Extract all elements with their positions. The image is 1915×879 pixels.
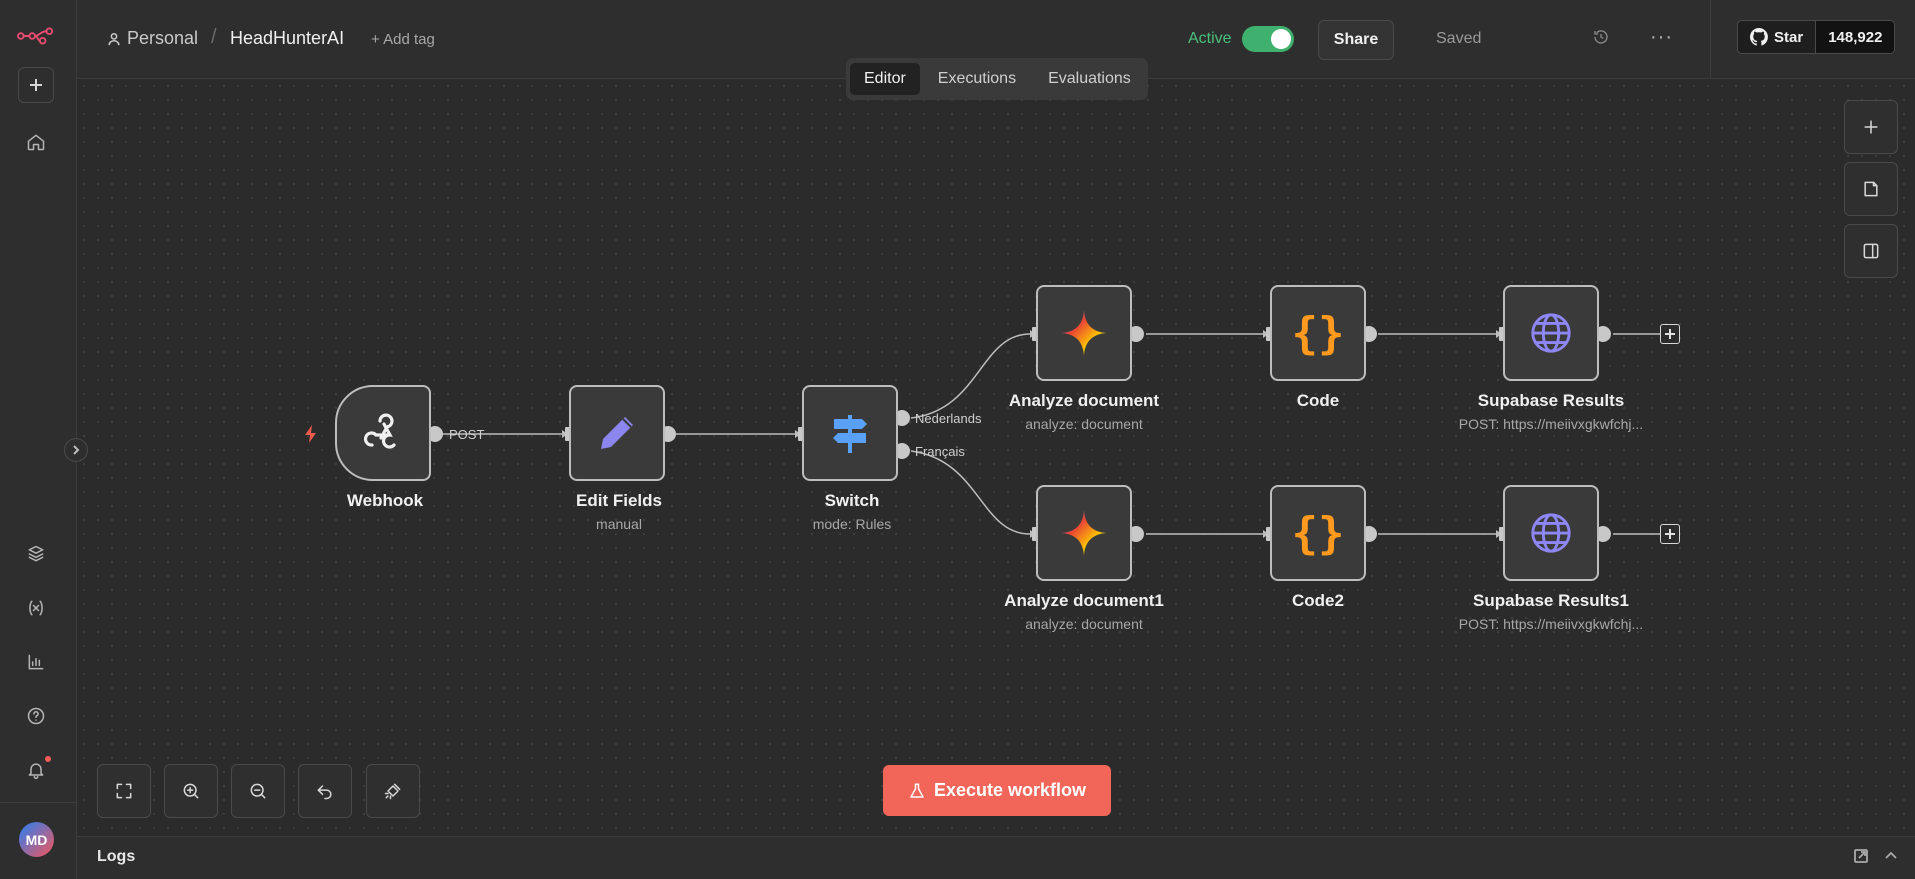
logs-controls (1853, 848, 1899, 864)
plus-icon (1665, 329, 1675, 339)
node-supabase-results[interactable] (1503, 285, 1599, 381)
tab-evaluations[interactable]: Evaluations (1034, 63, 1145, 95)
toggle-panel-button[interactable] (1844, 224, 1898, 278)
logs-panel-bar[interactable]: Logs (77, 836, 1915, 879)
undo-button[interactable] (298, 764, 352, 818)
node-title-supabase-results1: Supabase Results1 (1473, 591, 1629, 610)
chevron-up-icon[interactable] (1883, 848, 1899, 864)
execute-workflow-label: Execute workflow (933, 780, 1087, 800)
code-braces-icon: {} (1291, 307, 1345, 359)
node-switch[interactable] (802, 385, 898, 481)
node-sub-edit-fields: manual (596, 516, 642, 532)
gemini-sparkle-icon (1061, 310, 1107, 356)
gemini-sparkle-icon (1061, 510, 1107, 556)
popout-icon[interactable] (1853, 848, 1869, 864)
add-node-after-supabase1[interactable] (1660, 524, 1680, 544)
node-supabase-results1[interactable] (1503, 485, 1599, 581)
node-sub-supabase-results1: POST: https://meiivxgkwfchj... (1458, 616, 1644, 632)
tab-editor[interactable]: Editor (850, 63, 920, 95)
globe-icon (1531, 513, 1571, 553)
fit-view-icon (116, 783, 132, 799)
sticky-note-button[interactable] (1844, 162, 1898, 216)
zoom-out-icon (250, 783, 266, 799)
logs-title: Logs (97, 848, 136, 865)
webhook-icon (363, 413, 396, 449)
signpost-icon (833, 415, 867, 453)
node-analyze-document[interactable] (1036, 285, 1132, 381)
execute-workflow-button[interactable]: Execute workflow (883, 765, 1111, 816)
undo-icon (317, 785, 332, 800)
add-node-after-supabase[interactable] (1660, 324, 1680, 344)
tab-executions[interactable]: Executions (924, 63, 1030, 95)
node-title-webhook: Webhook (346, 491, 424, 510)
plus-icon (1665, 529, 1675, 539)
zoom-out-button[interactable] (231, 764, 285, 818)
node-sub-switch: mode: Rules (812, 516, 892, 532)
add-node-button[interactable] (1844, 100, 1898, 154)
node-title-analyze-document: Analyze document (1008, 391, 1160, 410)
node-edit-fields[interactable] (569, 385, 665, 481)
zoom-in-button[interactable] (164, 764, 218, 818)
flask-icon (910, 783, 924, 798)
node-title-switch: Switch (824, 491, 880, 510)
node-title-code2: Code2 (1292, 591, 1344, 610)
node-title-code: Code (1296, 391, 1340, 410)
tidy-up-button[interactable] (366, 764, 420, 818)
zoom-in-icon (183, 783, 199, 799)
node-title-edit-fields: Edit Fields (576, 491, 662, 510)
edge-label-francais: Français (915, 444, 965, 459)
fit-view-button[interactable] (97, 764, 151, 818)
edge-label-post: POST (449, 427, 485, 442)
node-code2[interactable]: {} (1270, 485, 1366, 581)
tidy-up-icon (384, 783, 401, 800)
code-braces-icon: {} (1291, 507, 1345, 559)
node-sub-analyze-document: analyze: document (1025, 416, 1143, 432)
node-title-supabase-results: Supabase Results (1477, 391, 1625, 410)
trigger-bolt-icon (305, 425, 316, 443)
node-sub-supabase-results: POST: https://meiivxgkwfchj... (1458, 416, 1644, 432)
node-analyze-document1[interactable] (1036, 485, 1132, 581)
plus-icon (1864, 120, 1878, 134)
view-tabs: Editor Executions Evaluations (846, 58, 1148, 100)
pencil-icon (601, 417, 633, 449)
node-sub-analyze-document1: analyze: document (1025, 616, 1143, 632)
globe-icon (1531, 313, 1571, 353)
sticky-note-icon (1864, 181, 1878, 197)
expand-sidebar-button[interactable] (64, 438, 88, 462)
node-title-analyze-document1: Analyze document1 (1004, 591, 1164, 610)
node-webhook[interactable] (335, 385, 431, 481)
panel-icon (1863, 243, 1879, 259)
node-code[interactable]: {} (1270, 285, 1366, 381)
edges-layer (427, 326, 1660, 542)
